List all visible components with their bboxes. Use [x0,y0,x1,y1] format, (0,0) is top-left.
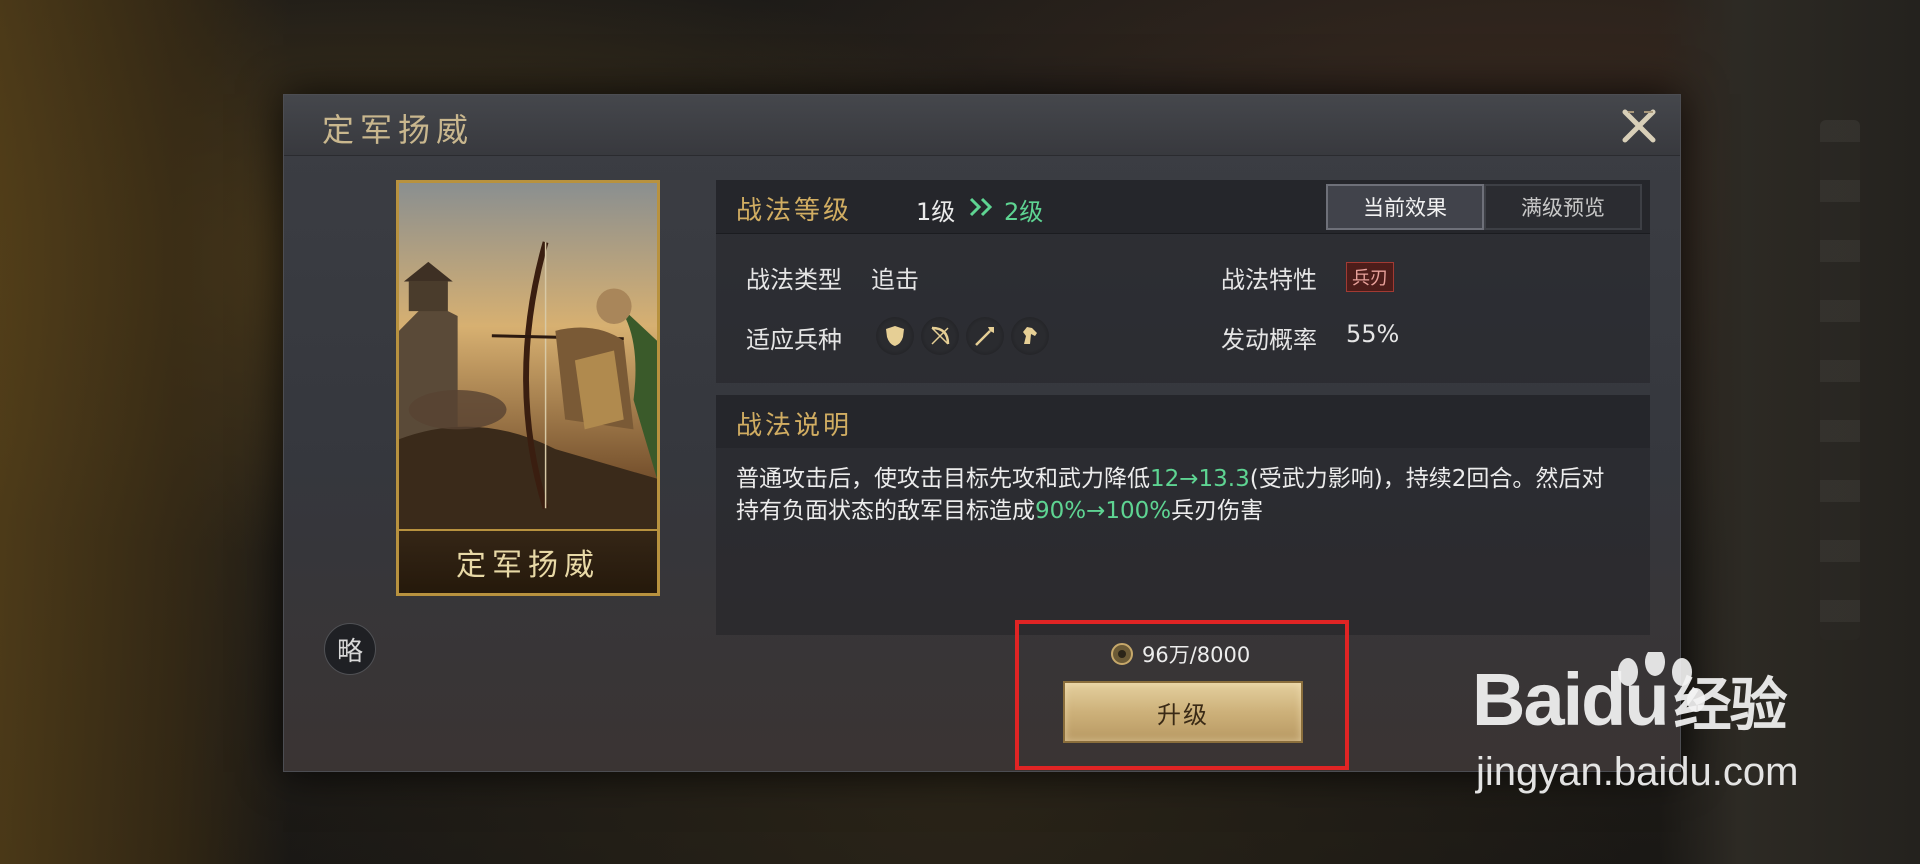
skill-type-label: 战法类型 [746,266,842,294]
watermark-brand: Baidu 经验 [1472,660,1798,746]
description-part-1: 普通攻击后，使攻击目标先攻和武力降低 [736,466,1150,492]
close-x-icon [1622,109,1656,143]
skill-trait-label: 战法特性 [1221,266,1317,294]
trigger-rate-value: 55% [1346,320,1400,348]
description-highlight-1: 12→13.3 [1150,466,1250,492]
annotation-highlight-box [1015,620,1349,770]
trigger-rate-label: 发动概率 [1221,326,1317,354]
description-text: 普通攻击后，使攻击目标先攻和武力降低12→13.3(受武力影响)，持续2回合。然… [736,463,1616,527]
card-name: 定军扬威 [456,548,600,583]
skill-card: 定军扬威 [396,180,660,596]
skill-description-panel: 战法说明 普通攻击后，使攻击目标先攻和武力降低12→13.3(受武力影响)，持续… [716,395,1650,635]
description-highlight-2: 90%→100% [1035,498,1172,524]
level-to: 2级 [1004,198,1044,226]
background-left-blur [0,0,290,864]
tab-max-level-preview[interactable]: 满级预览 [1484,184,1642,230]
unit-types-label: 适应兵种 [746,326,842,354]
watermark-url: jingyan.baidu.com [1476,750,1799,794]
background-side-menu [1820,120,1860,640]
watermark-brand-du: du [1581,658,1669,741]
tab-current-effect[interactable]: 当前效果 [1326,184,1484,230]
spear-icon[interactable] [966,317,1004,355]
shield-icon[interactable] [876,317,914,355]
card-name-bar: 定军扬威 [399,529,657,593]
horse-icon[interactable] [1011,317,1049,355]
skill-type-value: 追击 [871,266,919,294]
skill-info-panel: 战法等级 1级 2级 当前效果 满级预览 战法类型 追击 战法特性 兵刃 适应兵… [716,180,1650,383]
dialog-title: 定军扬威 [322,111,475,149]
skill-trait-badge: 兵刃 [1346,262,1394,292]
level-from: 1级 [916,198,956,226]
description-part-3: 兵刃伤害 [1171,498,1264,524]
close-button[interactable] [1618,105,1660,147]
baidu-jingyan-watermark: Baidu 经验 jingyan.baidu.com [1472,660,1798,795]
dialog-header: 定军扬威 [284,95,1680,156]
watermark-brand-cn: 经验 [1673,673,1788,738]
skill-level-label: 战法等级 [736,196,853,226]
bow-icon[interactable] [921,317,959,355]
strategy-type-badge[interactable]: 略 [324,623,376,675]
double-chevron-right-icon [969,197,993,217]
watermark-brand-bai: Bai [1472,658,1583,741]
level-header: 战法等级 1级 2级 当前效果 满级预览 [716,180,1650,234]
description-header: 战法说明 [716,395,1650,448]
description-title: 战法说明 [736,411,853,441]
